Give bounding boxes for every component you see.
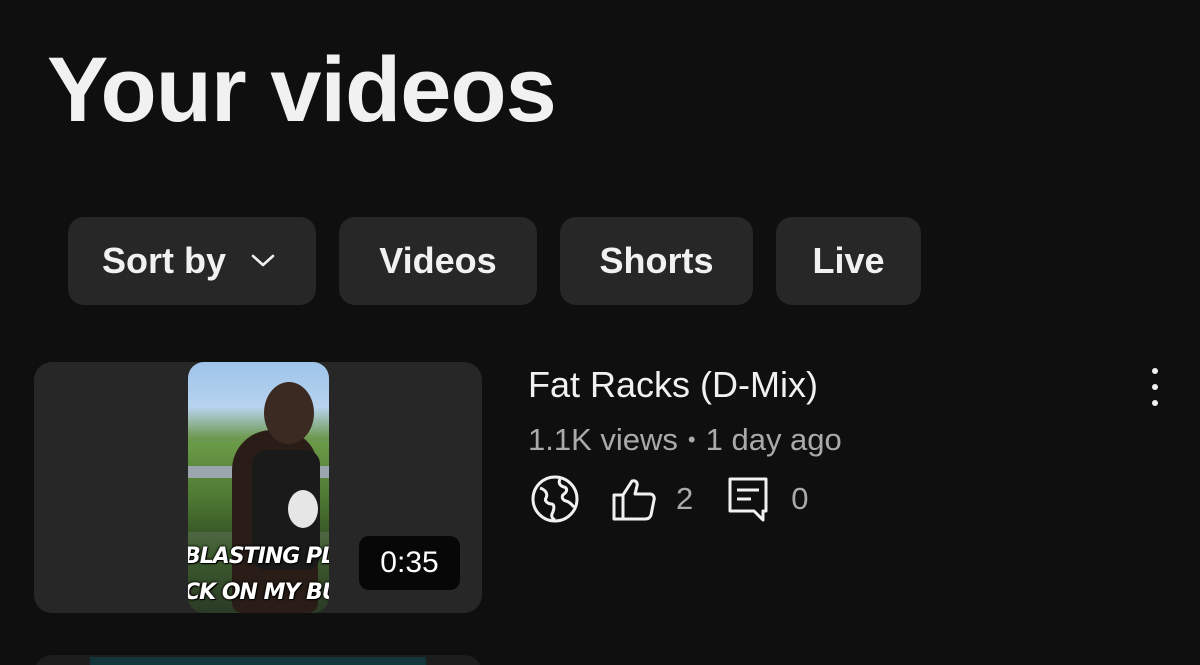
video-stats: 2 0 (530, 474, 809, 524)
more-options-icon[interactable] (1138, 368, 1172, 406)
thumbs-up-icon[interactable] (610, 475, 658, 523)
like-count: 2 (676, 481, 694, 516)
chip-shorts-label: Shorts (599, 240, 714, 281)
filter-chips: Sort by Videos Shorts Live (68, 217, 921, 305)
video-title[interactable]: Fat Racks (D-Mix) (528, 362, 818, 408)
comment-count: 0 (791, 481, 809, 516)
thumbnail-caption-line1: BLASTING PLA (188, 544, 329, 569)
duration-badge: 0:35 (359, 536, 460, 590)
chip-live[interactable]: Live (776, 217, 921, 305)
sort-by-label: Sort by (102, 240, 227, 281)
comment-icon[interactable] (727, 474, 771, 524)
chip-live-label: Live (812, 240, 885, 281)
upload-age: 1 day ago (705, 422, 842, 457)
chevron-down-icon (251, 254, 275, 267)
view-count: 1.1K views (528, 422, 678, 457)
video-thumbnail[interactable]: BLASTING PLA CK ON MY BU 0:35 (34, 362, 482, 613)
meta-separator: • (687, 427, 696, 452)
globe-icon (531, 475, 579, 523)
short-thumbnail-image: BLASTING PLA CK ON MY BU (188, 362, 329, 613)
page-title: Your videos (47, 39, 557, 141)
video-meta: 1.1K views • 1 day ago (528, 420, 842, 460)
next-video-thumbnail[interactable] (34, 655, 482, 665)
chip-shorts[interactable]: Shorts (560, 217, 753, 305)
chip-videos-label: Videos (379, 240, 497, 281)
sort-by-dropdown[interactable]: Sort by (68, 217, 316, 305)
thumbnail-caption-line2: CK ON MY BU (188, 580, 329, 605)
chip-videos[interactable]: Videos (339, 217, 537, 305)
your-videos-page: Your videos Sort by Videos Shorts Live B… (0, 0, 1200, 665)
